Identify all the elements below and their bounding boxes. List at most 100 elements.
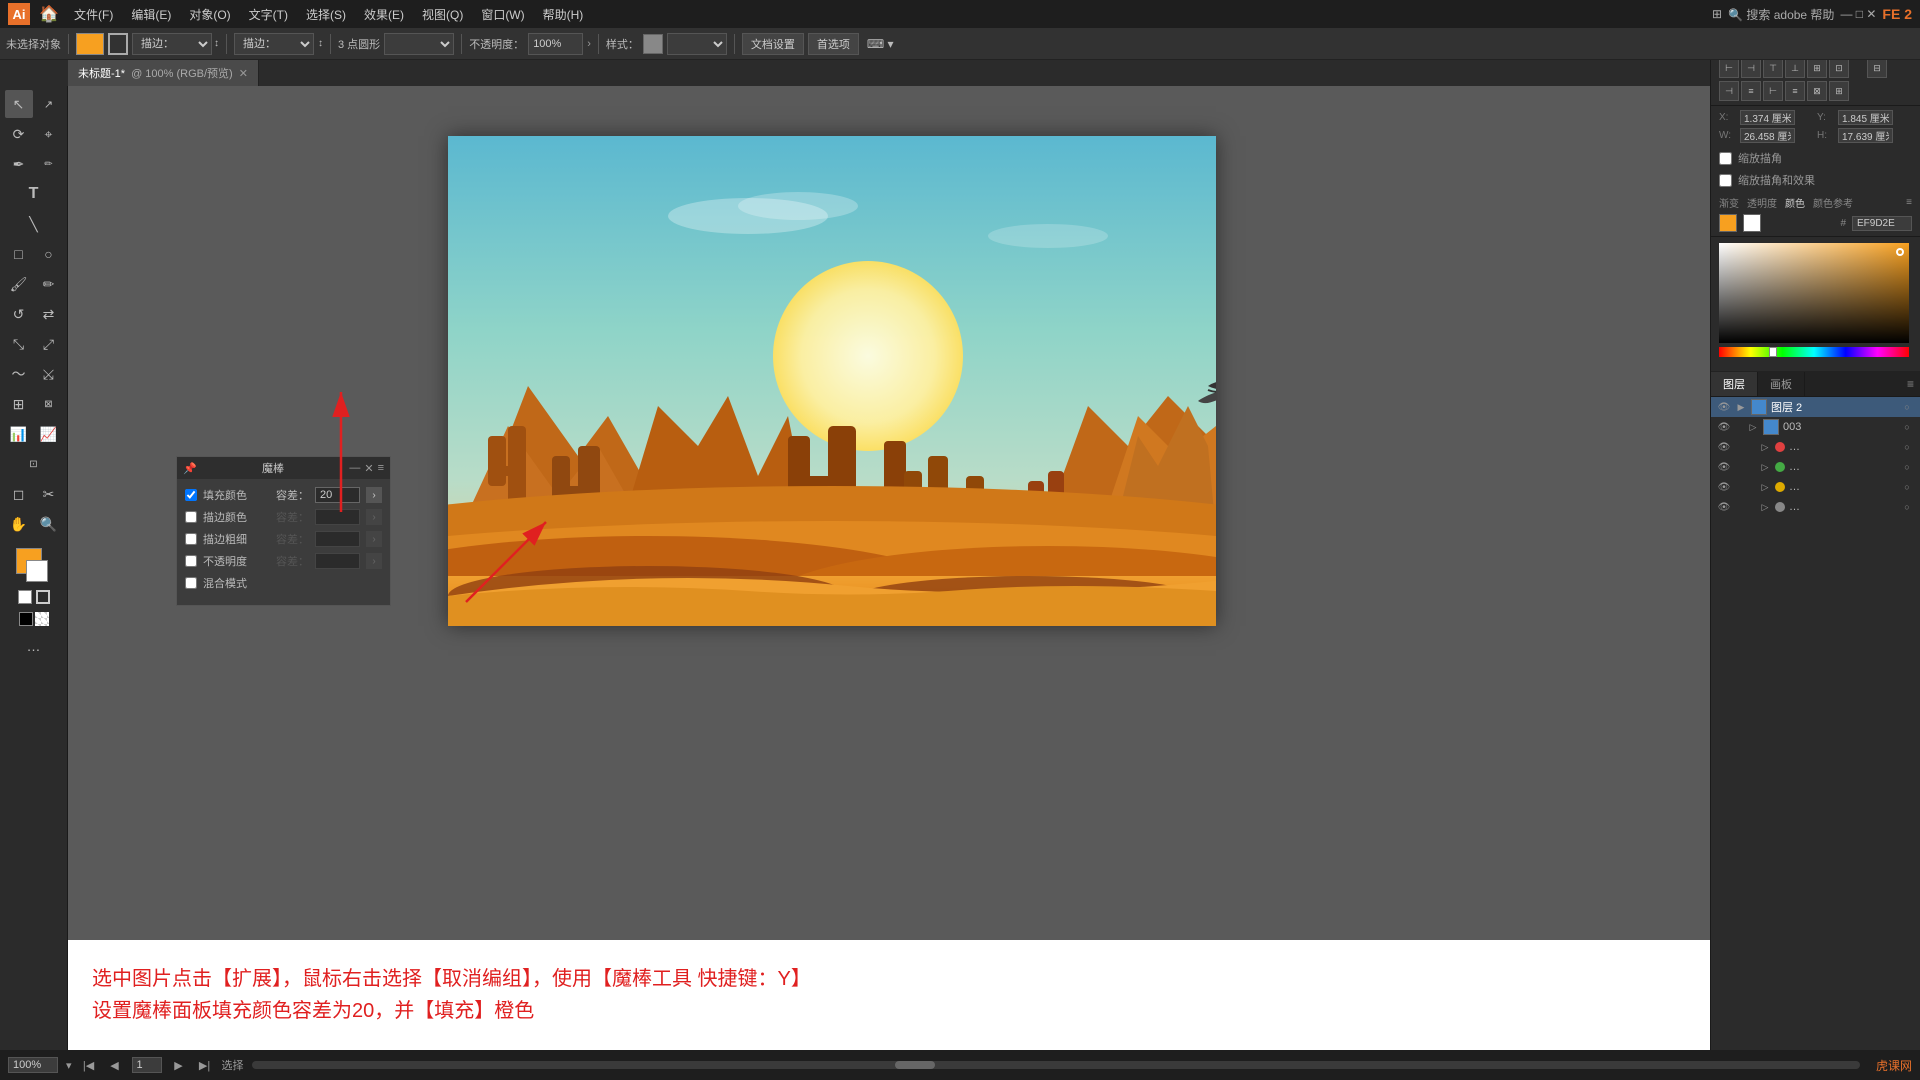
style-select[interactable] [667, 33, 727, 55]
align-right-icon[interactable]: ⊤ [1763, 58, 1783, 78]
red-eye[interactable]: 👁 [1717, 440, 1731, 454]
add-anchor-tool[interactable]: ✏ [35, 150, 63, 178]
opacity-arrow-wand[interactable]: › [366, 553, 382, 569]
gray-target[interactable]: ○ [1900, 500, 1914, 514]
artboard[interactable] [448, 136, 1216, 626]
color-bg-swatch[interactable] [1743, 214, 1761, 232]
menu-window[interactable]: 窗口(W) [473, 4, 532, 25]
blend-mode-select[interactable]: 描边： [234, 33, 314, 55]
style-swatch[interactable] [643, 34, 663, 54]
none-fill[interactable] [19, 612, 33, 626]
scale-effects-checkbox[interactable] [1719, 174, 1732, 187]
y-input[interactable] [1838, 110, 1893, 125]
align-left-icon[interactable]: ⊢ [1719, 58, 1739, 78]
color-tab[interactable]: 颜色 [1785, 195, 1805, 210]
menu-text[interactable]: 文字(T) [241, 4, 296, 25]
home-icon[interactable]: 🏠 [38, 3, 60, 25]
stroke-color-checkbox[interactable] [185, 511, 197, 523]
opacity-input[interactable] [528, 33, 583, 55]
pen-tool[interactable]: ✒ [5, 150, 33, 178]
layer-row-layer2[interactable]: 👁 ▶ 图层 2 ○ [1711, 397, 1920, 417]
opacity-arrow[interactable]: › [587, 38, 591, 50]
color-guide-tab[interactable]: 颜色参考 [1813, 195, 1853, 210]
bar-graph-tool[interactable]: 📈 [35, 420, 63, 448]
document-tab[interactable]: 未标题-1* @ 100% (RGB/预览) ✕ [68, 60, 259, 86]
opacity-input-wand[interactable] [315, 553, 360, 569]
panel-menu-dots[interactable]: ≡ [1906, 197, 1912, 208]
layer-row-yellow[interactable]: 👁 ▷ … ○ [1711, 477, 1920, 497]
scale-tool[interactable]: ⤡ [5, 330, 33, 358]
yellow-expand[interactable]: ▷ [1759, 481, 1771, 493]
prev-page-btn[interactable]: ◀ [106, 1056, 124, 1074]
layer-row-003[interactable]: 👁 ▷ 003 ○ [1711, 417, 1920, 437]
stroke-type-select[interactable]: 描边： [132, 33, 212, 55]
zoom-input[interactable] [8, 1057, 58, 1073]
layer2-expand[interactable]: ▶ [1735, 401, 1747, 413]
warp-tool[interactable]: 〜 [5, 360, 33, 388]
dist-right-icon[interactable]: ⊢ [1763, 81, 1783, 101]
layers-tab[interactable]: 图层 [1711, 372, 1758, 396]
dist-vcenter-icon[interactable]: ⊠ [1807, 81, 1827, 101]
swap-colors[interactable] [36, 590, 50, 604]
scrollbar-thumb[interactable] [895, 1061, 935, 1069]
yellow-eye[interactable]: 👁 [1717, 480, 1731, 494]
window-controls[interactable]: — □ ✕ [1840, 7, 1876, 21]
direct-select-tool[interactable]: ↗ [35, 90, 63, 118]
stroke-width-checkbox[interactable] [185, 533, 197, 545]
dist-hcenter-icon[interactable]: ≡ [1741, 81, 1761, 101]
rect-tool[interactable]: □ [5, 240, 33, 268]
fill-tolerance-input[interactable] [315, 487, 360, 503]
hand-tool[interactable]: ✋ [5, 510, 33, 538]
panel-pin-icon[interactable]: 📌 [183, 462, 197, 475]
panel-menu-btn[interactable]: ≡ [378, 462, 384, 475]
green-expand[interactable]: ▷ [1759, 461, 1771, 473]
green-target[interactable]: ○ [1900, 460, 1914, 474]
horizontal-scrollbar[interactable] [252, 1061, 1860, 1069]
rotate-tool[interactable]: ↺ [5, 300, 33, 328]
gray-eye[interactable]: 👁 [1717, 500, 1731, 514]
dist-bottom-icon[interactable]: ⊞ [1829, 81, 1849, 101]
width-tool[interactable]: ⤩ [35, 360, 63, 388]
yellow-target[interactable]: ○ [1900, 480, 1914, 494]
page-input[interactable] [132, 1057, 162, 1073]
artboard-tab[interactable]: 画板 [1758, 372, 1805, 396]
color-gradient-picker[interactable] [1719, 243, 1909, 343]
ellipse-tool[interactable]: ○ [35, 240, 63, 268]
pencil-tool[interactable]: ✏ [35, 270, 63, 298]
toolbar-extra-icon[interactable]: ⌨ ▾ [867, 37, 894, 51]
preferences-btn[interactable]: 首选项 [808, 33, 859, 55]
menu-file[interactable]: 文件(F) [66, 4, 121, 25]
shear-tool[interactable]: ⤢ [35, 330, 63, 358]
stroke-color-swatch[interactable] [108, 33, 128, 55]
003-target[interactable]: ○ [1900, 420, 1914, 434]
x-input[interactable] [1740, 110, 1795, 125]
type-tool[interactable]: T [20, 180, 48, 208]
reset-colors[interactable] [18, 590, 32, 604]
first-page-btn[interactable]: |◀ [80, 1056, 98, 1074]
opacity-checkbox[interactable] [185, 555, 197, 567]
tab-close-btn[interactable]: ✕ [239, 67, 248, 80]
layer2-target[interactable]: ○ [1900, 400, 1914, 414]
stroke-tolerance-arrow[interactable]: › [366, 509, 382, 525]
fill-color-checkbox[interactable] [185, 489, 197, 501]
menu-view[interactable]: 视图(Q) [414, 4, 471, 25]
width-input[interactable] [1740, 128, 1795, 143]
brush-type-select[interactable] [384, 33, 454, 55]
zoom-tool[interactable]: 🔍 [35, 510, 63, 538]
align-hcenter-icon[interactable]: ⊣ [1741, 58, 1761, 78]
zoom-arrow[interactable]: ▾ [66, 1059, 72, 1072]
color-fg-swatch[interactable] [1719, 214, 1737, 232]
height-input[interactable] [1838, 128, 1893, 143]
menu-help[interactable]: 帮助(H) [535, 4, 592, 25]
align-vcenter-icon[interactable]: ⊞ [1807, 58, 1827, 78]
layer2-eye[interactable]: 👁 [1717, 400, 1731, 414]
distribute-h-icon[interactable]: ⊟ [1867, 58, 1887, 78]
menu-object[interactable]: 对象(O) [181, 4, 238, 25]
003-expand[interactable]: ▷ [1747, 421, 1759, 433]
menu-edit[interactable]: 编辑(E) [123, 4, 179, 25]
red-target[interactable]: ○ [1900, 440, 1914, 454]
eraser-tool[interactable]: ◻ [5, 480, 33, 508]
red-expand[interactable]: ▷ [1759, 441, 1771, 453]
hex-input[interactable] [1852, 216, 1912, 231]
fill-tolerance-arrow[interactable]: › [366, 487, 382, 503]
